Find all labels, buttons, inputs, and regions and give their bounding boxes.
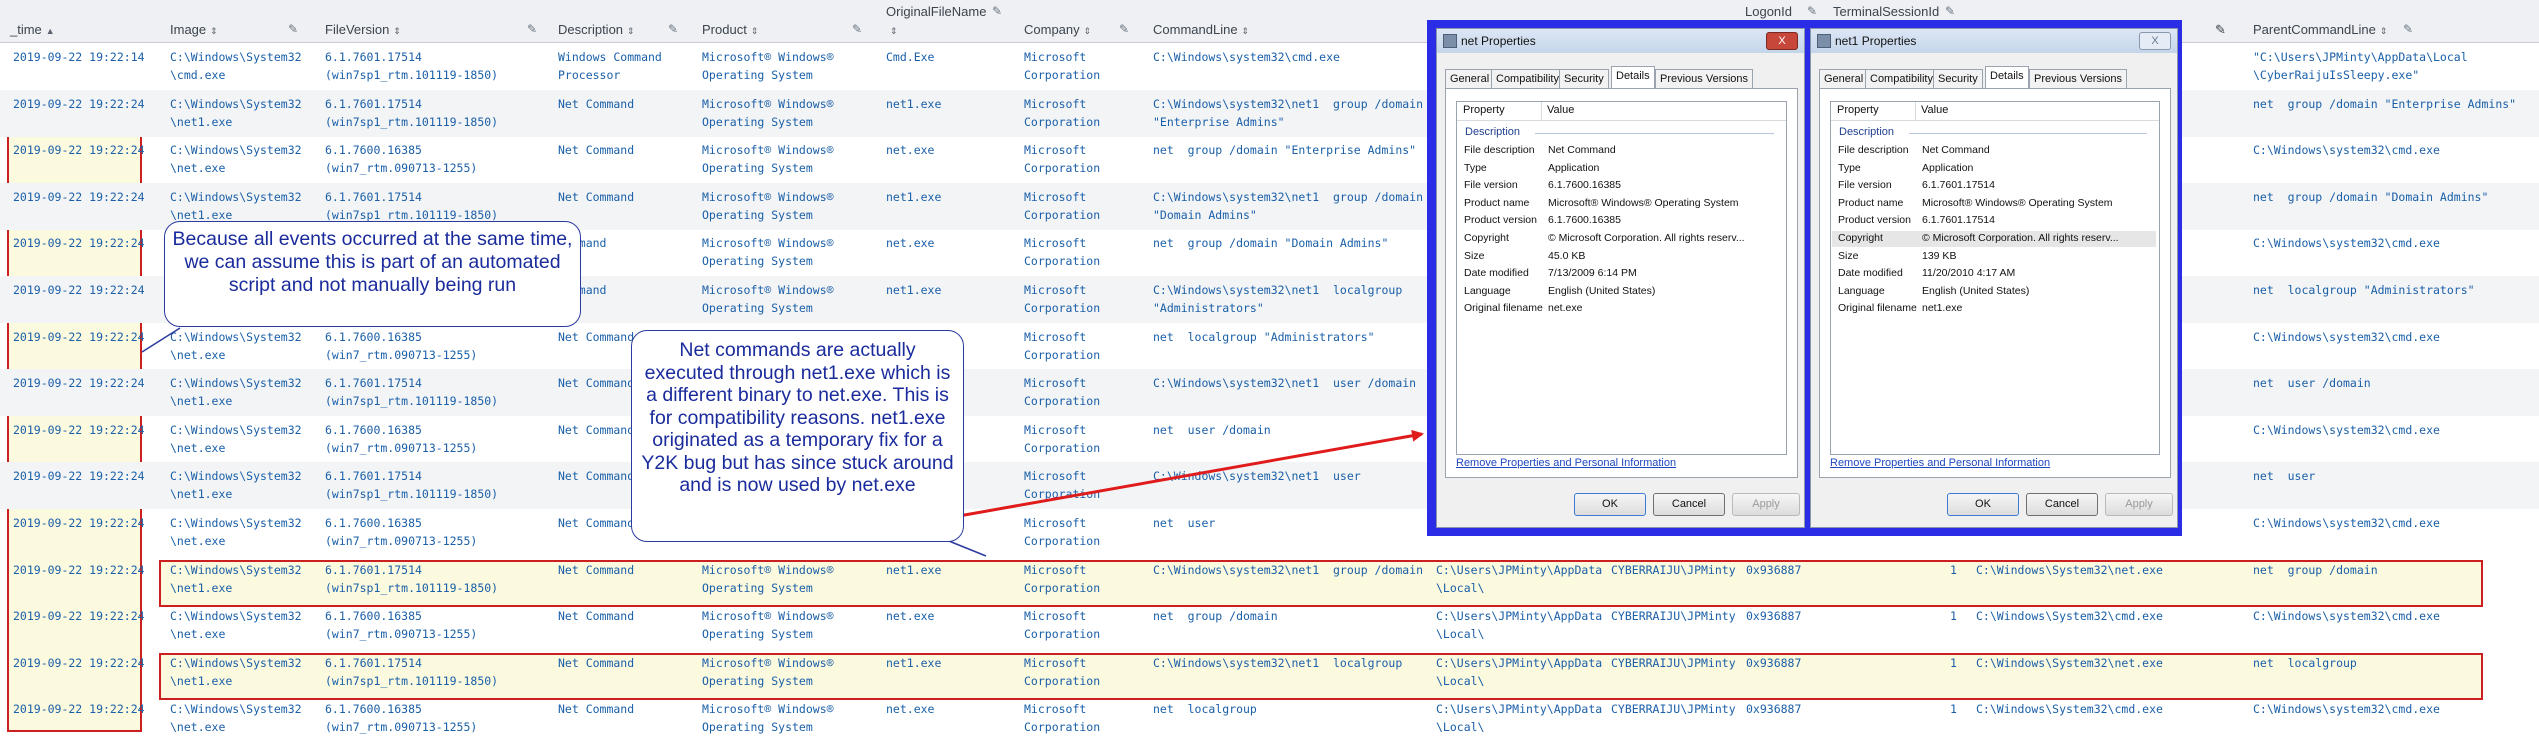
net1-callout-text: Net commands are actually executed throu… bbox=[641, 339, 954, 496]
callout-pointer bbox=[141, 327, 181, 353]
timing-callout: Because all events occurred at the same … bbox=[164, 221, 581, 327]
net1-callout: Net commands are actually executed throu… bbox=[631, 330, 964, 542]
arrow-to-dialogs bbox=[924, 429, 1424, 524]
annotation-arrows bbox=[141, 327, 1424, 557]
timing-callout-text: Because all events occurred at the same … bbox=[172, 228, 573, 296]
